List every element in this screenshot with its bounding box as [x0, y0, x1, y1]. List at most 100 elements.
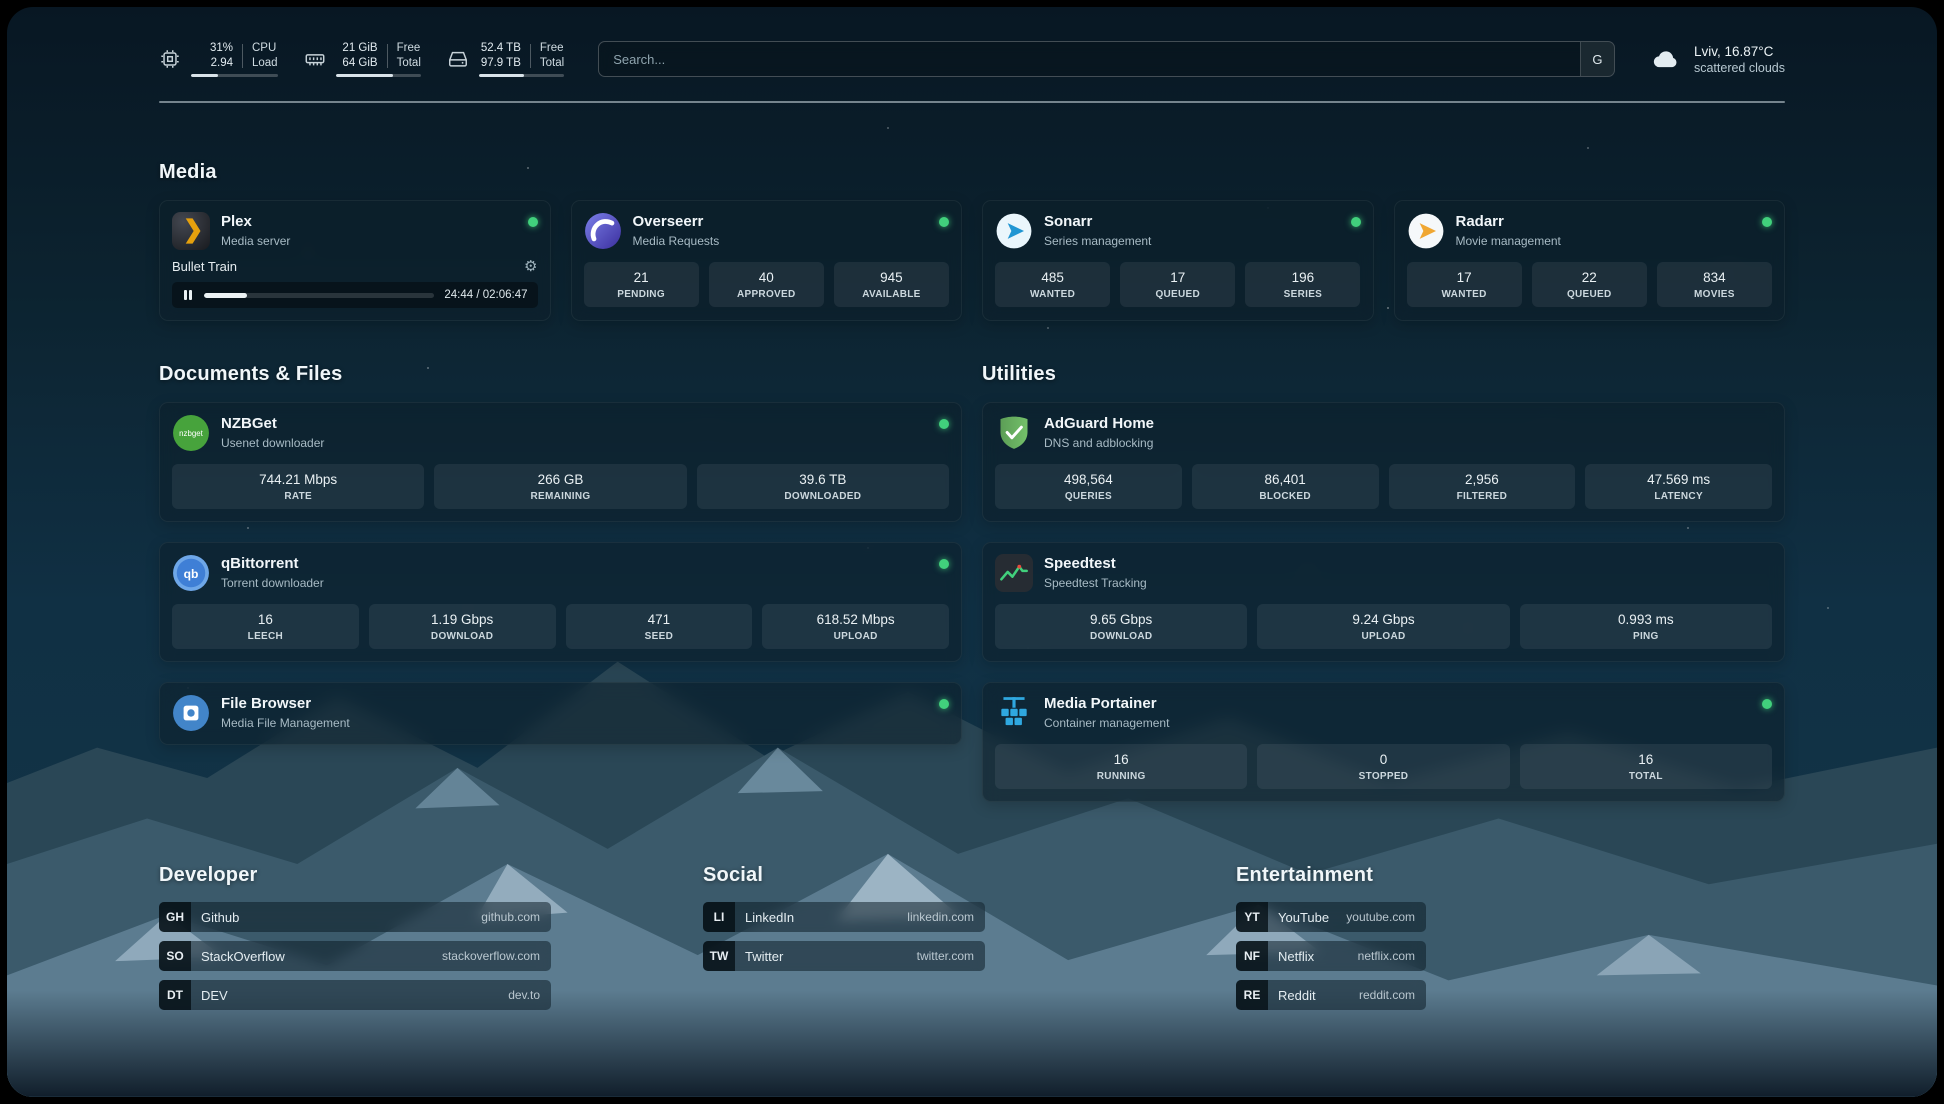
nzbget-link[interactable]: nzbget NZBGet Usenet downloader: [172, 414, 949, 452]
portainer-meta: Media Portainer Container management: [1044, 694, 1751, 730]
bookmark-youtube[interactable]: YT YouTube youtube.com: [1236, 902, 1426, 932]
service-name: NZBGet: [221, 415, 928, 433]
speedtest-icon: [995, 554, 1033, 592]
bookmark-url: twitter.com: [917, 949, 974, 963]
search-input[interactable]: [599, 42, 1580, 76]
stat-upload: 618.52 Mbps UPLOAD: [762, 604, 949, 649]
stat-approved: 40 APPROVED: [709, 262, 824, 307]
memory-progress-bar: [336, 74, 421, 77]
bookmark-abbr: RE: [1236, 980, 1268, 1010]
widget-divider: [242, 44, 243, 68]
entertainment-column: Entertainment YT YouTube youtube.com NF …: [1236, 864, 1785, 1010]
sonarr-meta: Sonarr Series management: [1044, 212, 1340, 248]
bookmark-abbr: NF: [1236, 941, 1268, 971]
service-desc: Usenet downloader: [221, 436, 928, 450]
bookmark-reddit[interactable]: RE Reddit reddit.com: [1236, 980, 1426, 1010]
nzbget-icon: nzbget: [172, 414, 210, 452]
sonarr-link[interactable]: Sonarr Series management: [995, 212, 1361, 250]
social-column: Social LI LinkedIn linkedin.com TW Twitt…: [703, 864, 1236, 1010]
qbittorrent-stats: 16 LEECH 1.19 Gbps DOWNLOAD 471 SEED 6: [172, 604, 949, 649]
bookmark-netflix[interactable]: NF Netflix netflix.com: [1236, 941, 1426, 971]
stat-label: BLOCKED: [1198, 491, 1373, 502]
stat-movies: 834 MOVIES: [1657, 262, 1772, 307]
stat-label: WANTED: [1413, 289, 1516, 300]
stat-stopped: 0 STOPPED: [1257, 744, 1509, 789]
service-name: AdGuard Home: [1044, 415, 1772, 433]
bookmark-linkedin[interactable]: LI LinkedIn linkedin.com: [703, 902, 985, 932]
stat-value: 47.569 ms: [1591, 472, 1766, 487]
disk-total-label: Total: [540, 56, 564, 71]
cpu-load-value: 2.94: [211, 56, 233, 71]
stat-label: APPROVED: [715, 289, 818, 300]
stat-wanted: 485 WANTED: [995, 262, 1110, 307]
stat-value: 266 GB: [440, 472, 680, 487]
stat-label: RUNNING: [1001, 771, 1241, 782]
service-name: Plex: [221, 213, 517, 231]
cpu-load-label: Load: [252, 56, 278, 71]
radarr-meta: Radarr Movie management: [1456, 212, 1752, 248]
now-playing-row: Bullet Train ⚙: [172, 259, 538, 274]
stat-label: UPLOAD: [768, 631, 943, 642]
qbittorrent-card: qb qBittorrent Torrent downloader 16 LEE…: [159, 542, 962, 662]
radarr-link[interactable]: Radarr Movie management: [1407, 212, 1773, 250]
stat-value: 0.993 ms: [1526, 612, 1766, 627]
overseerr-link[interactable]: Overseerr Media Requests: [584, 212, 950, 250]
filebrowser-meta: File Browser Media File Management: [221, 694, 928, 730]
bookmark-name: Reddit: [1278, 988, 1316, 1003]
qbittorrent-link[interactable]: qb qBittorrent Torrent downloader: [172, 554, 949, 592]
service-desc: DNS and adblocking: [1044, 436, 1772, 450]
stat-total: 16 TOTAL: [1520, 744, 1772, 789]
widget-divider: [530, 44, 531, 68]
adguard-stats: 498,564 QUERIES 86,401 BLOCKED 2,956 FIL…: [995, 464, 1772, 509]
stat-value: 22: [1538, 270, 1641, 285]
service-name: File Browser: [221, 695, 928, 713]
service-desc: Series management: [1044, 234, 1340, 248]
stat-label: SERIES: [1251, 289, 1354, 300]
memory-free-value: 21 GiB: [342, 41, 377, 56]
playback-time: 24:44 / 02:06:47: [444, 289, 527, 301]
speedtest-link[interactable]: Speedtest Speedtest Tracking: [995, 554, 1772, 592]
media-grid: Plex Media server Bullet Train ⚙ 24:44 /…: [159, 200, 1785, 321]
bookmark-stackoverflow[interactable]: SO StackOverflow stackoverflow.com: [159, 941, 551, 971]
cpu-icon: [159, 48, 181, 70]
search-provider-button[interactable]: G: [1580, 42, 1614, 76]
memory-icon: [304, 48, 326, 70]
pause-icon[interactable]: [182, 289, 194, 301]
gear-icon[interactable]: ⚙: [524, 259, 537, 274]
bookmark-github[interactable]: GH Github github.com: [159, 902, 551, 932]
radarr-stats: 17 WANTED 22 QUEUED 834 MOVIES: [1407, 262, 1773, 307]
stat-filtered: 2,956 FILTERED: [1389, 464, 1576, 509]
stat-value: 16: [1001, 752, 1241, 767]
stat-download: 9.65 Gbps DOWNLOAD: [995, 604, 1247, 649]
stat-queries: 498,564 QUERIES: [995, 464, 1182, 509]
disk-readout: 52.4 TB 97.9 TB Free Total: [479, 41, 564, 78]
stat-remaining: 266 GB REMAINING: [434, 464, 686, 509]
social-bookmarks: LI LinkedIn linkedin.com TW Twitter twit…: [703, 902, 1236, 971]
qbittorrent-meta: qBittorrent Torrent downloader: [221, 554, 928, 590]
service-desc: Speedtest Tracking: [1044, 576, 1772, 590]
sonarr-icon: [995, 212, 1033, 250]
stat-value: 196: [1251, 270, 1354, 285]
stat-value: 9.65 Gbps: [1001, 612, 1241, 627]
portainer-link[interactable]: Media Portainer Container management: [995, 694, 1772, 732]
bookmarks-section: Developer GH Github github.com SO StackO…: [159, 864, 1785, 1046]
service-name: Speedtest: [1044, 555, 1772, 573]
plex-link[interactable]: Plex Media server: [172, 212, 538, 250]
stat-value: 945: [840, 270, 943, 285]
stat-label: PING: [1526, 631, 1766, 642]
service-name: Media Portainer: [1044, 695, 1751, 713]
bookmark-name: Github: [201, 910, 239, 925]
stat-label: SEED: [572, 631, 747, 642]
stat-ping: 0.993 ms PING: [1520, 604, 1772, 649]
bookmark-abbr: DT: [159, 980, 191, 1010]
adguard-link[interactable]: AdGuard Home DNS and adblocking: [995, 414, 1772, 452]
stat-value: 86,401: [1198, 472, 1373, 487]
stat-value: 16: [178, 612, 353, 627]
stat-label: FILTERED: [1395, 491, 1570, 502]
status-dot: [939, 559, 949, 569]
bookmark-twitter[interactable]: TW Twitter twitter.com: [703, 941, 985, 971]
service-desc: Media Requests: [633, 234, 929, 248]
weather-widget: Lviv, 16.87°C scattered clouds: [1649, 44, 1785, 75]
filebrowser-link[interactable]: File Browser Media File Management: [172, 694, 949, 732]
bookmark-dev[interactable]: DT DEV dev.to: [159, 980, 551, 1010]
